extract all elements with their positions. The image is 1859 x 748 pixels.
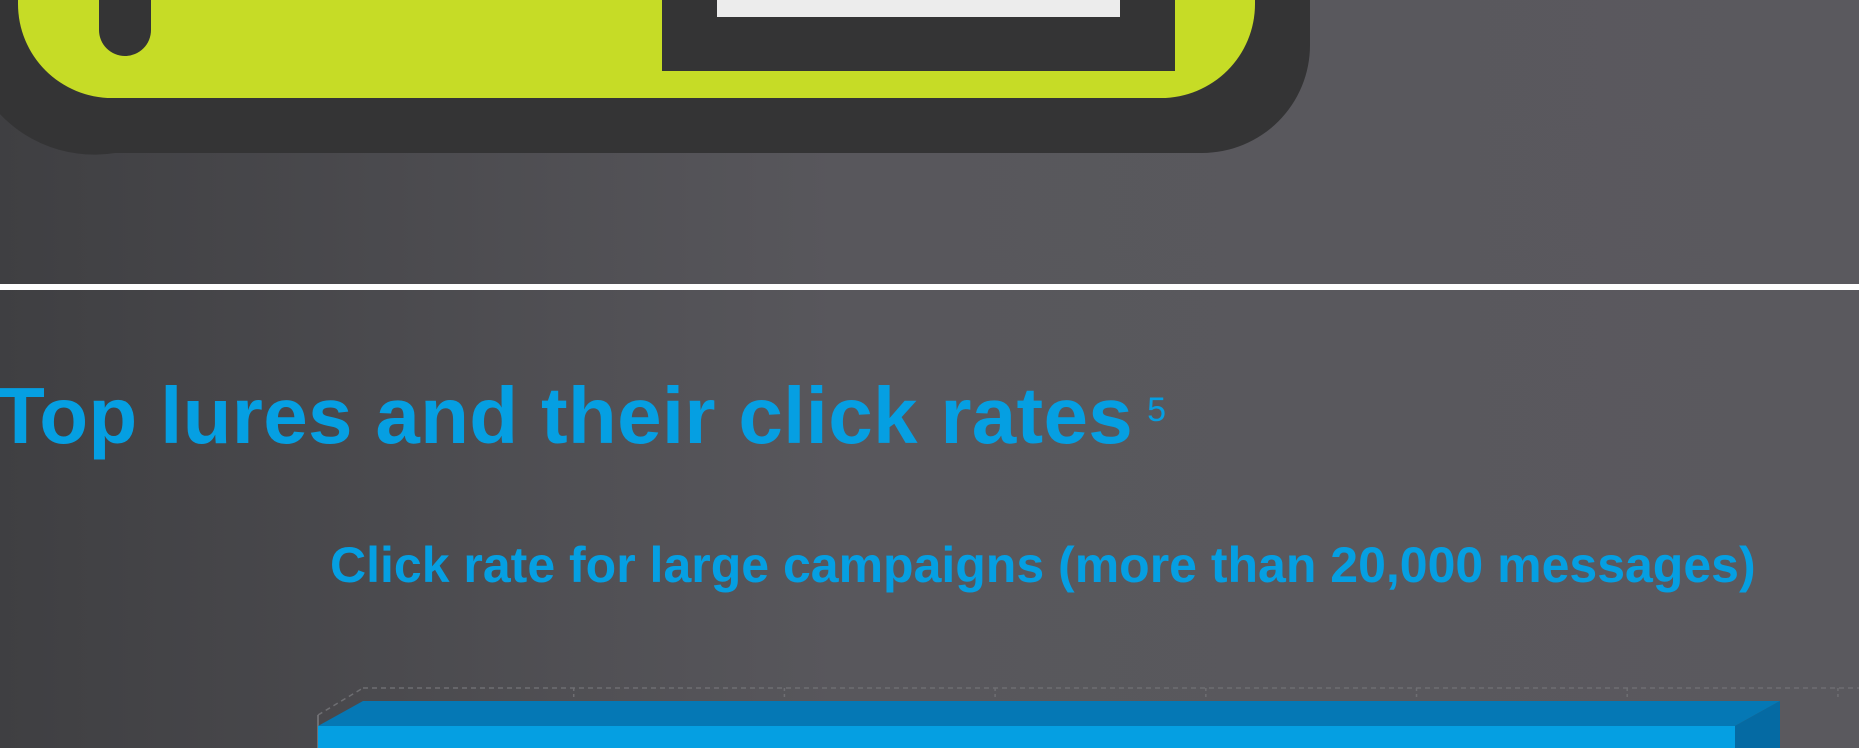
bar-top-face [318,701,1780,726]
device-illustration [0,0,1310,155]
click-rate-chart: Click rate for large campaigns (more tha… [317,540,1859,748]
device-slot [99,0,151,56]
section-title: Top lures and their click rates 5 [0,370,1166,462]
screen-panel [717,0,1120,17]
section-divider [0,284,1859,290]
chart-plot-area [317,687,1859,748]
bar-front-face [318,726,1735,748]
section-title-text: Top lures and their click rates [0,371,1134,460]
footnote-marker: 5 [1147,391,1167,429]
chart-title: Click rate for large campaigns (more tha… [330,540,1756,593]
